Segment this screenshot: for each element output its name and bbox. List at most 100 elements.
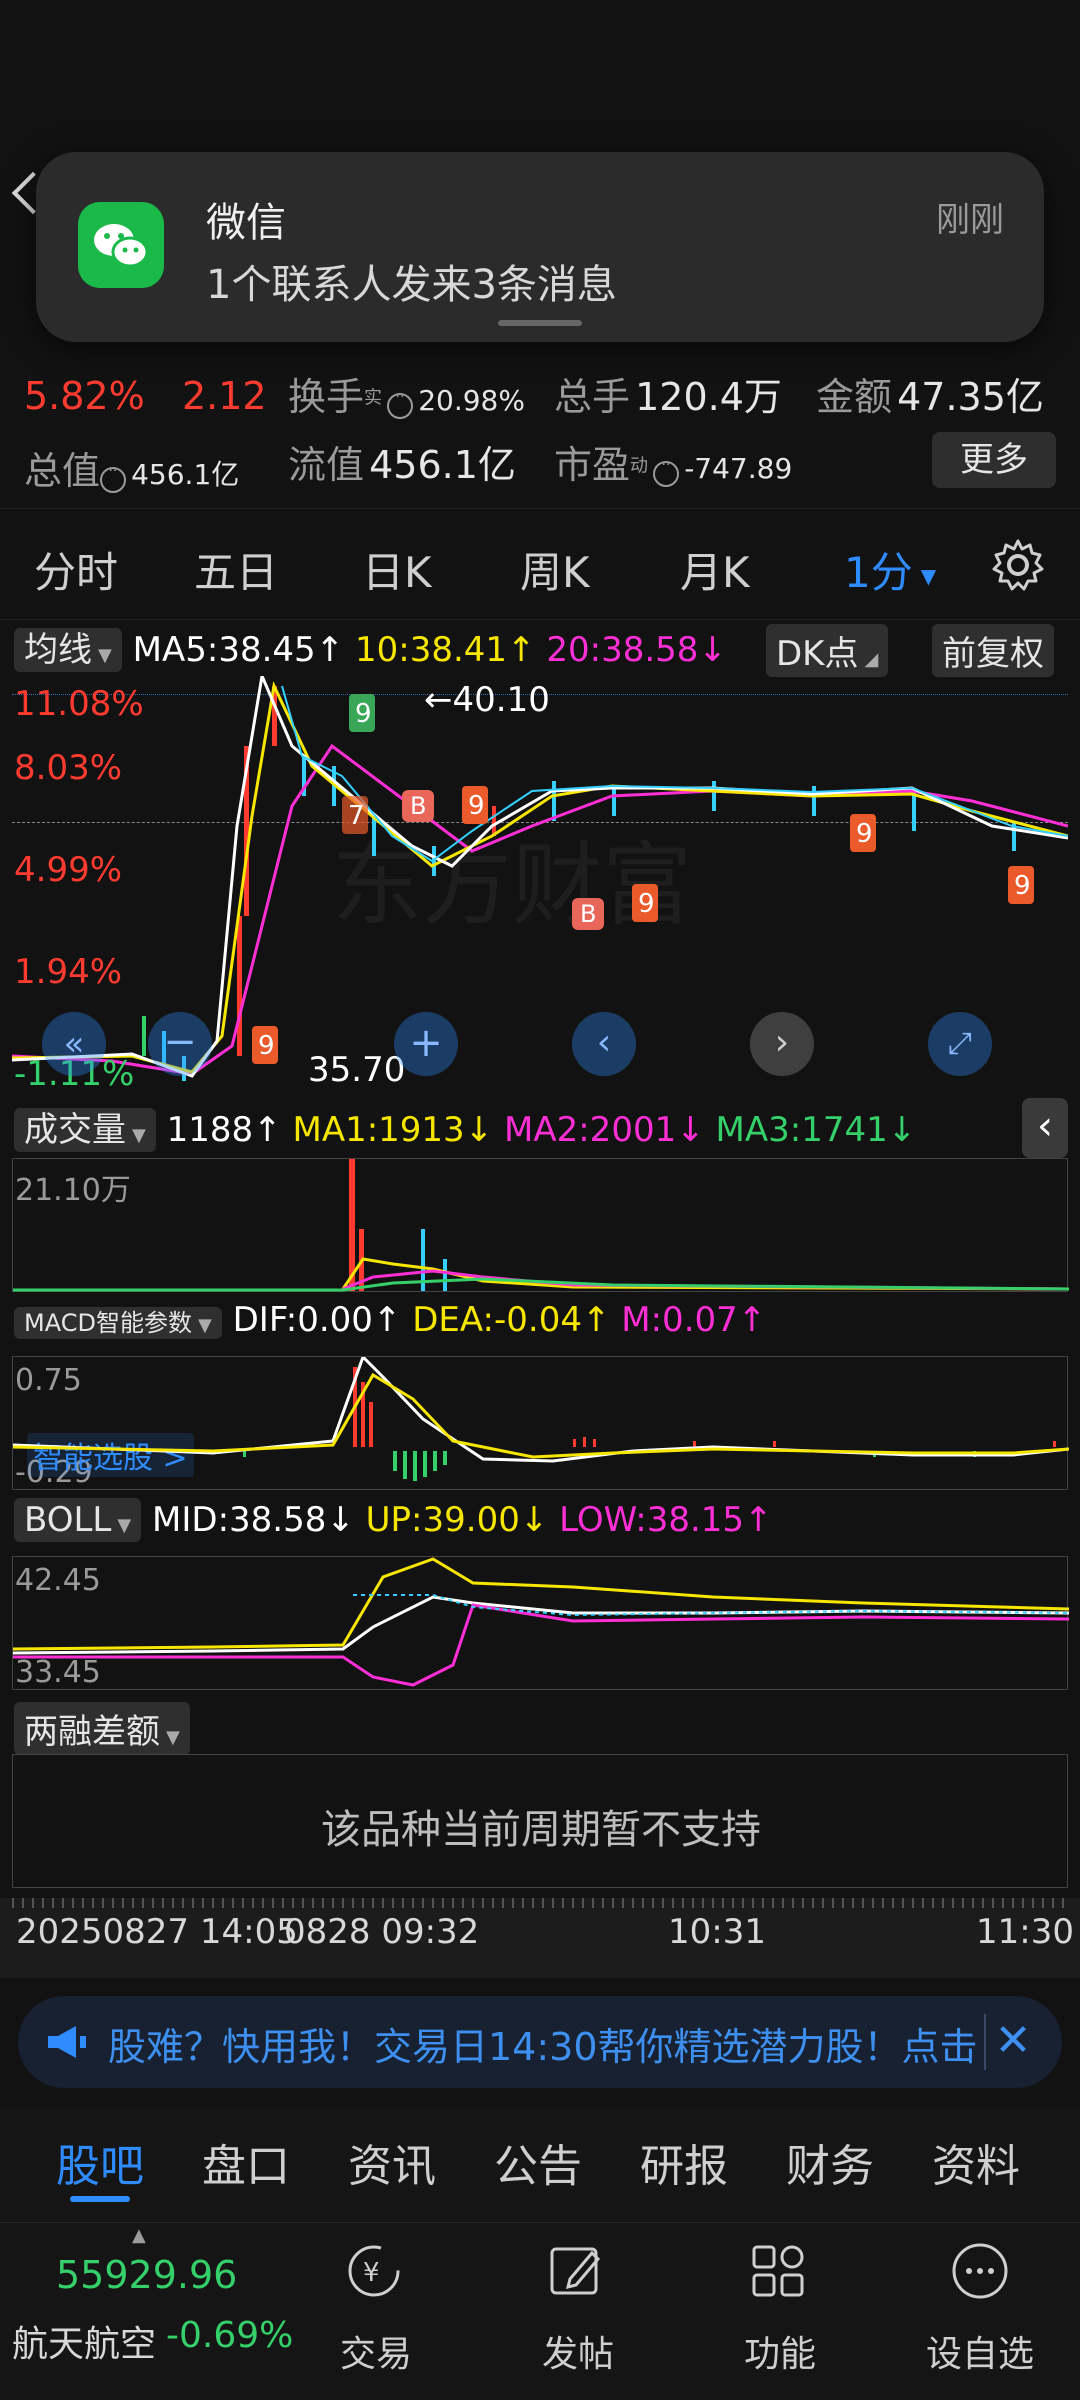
svg-text:9: 9 xyxy=(856,819,873,849)
info-icon[interactable] xyxy=(653,457,680,487)
tab-week-k[interactable]: 周K xyxy=(520,539,590,600)
svg-text:7: 7 xyxy=(348,801,365,831)
margin-selector[interactable]: 两融差额 ▼ xyxy=(14,1702,190,1755)
change-pct: 5.82% xyxy=(24,374,145,418)
notification-message: 1个联系人发来3条消息 xyxy=(206,262,617,308)
grid-icon xyxy=(752,2245,804,2297)
macd-dif: DIF:0.00↑ xyxy=(232,1300,402,1340)
volume-label: 总手 xyxy=(554,375,631,419)
caret-down-icon: ▼ xyxy=(166,1727,180,1748)
trade-button[interactable]: ¥ 交易 xyxy=(334,2241,414,2391)
volume-total: 总手 120.4万 xyxy=(554,366,782,421)
total-mv-label: 总值 xyxy=(24,449,101,493)
notification-time: 刚刚 xyxy=(936,200,1004,240)
low-price-mark: 35.70 xyxy=(308,1050,405,1090)
volume-selector[interactable]: 成交量 ▼ xyxy=(14,1108,156,1152)
info-icon[interactable] xyxy=(387,389,414,419)
volume-chart-svg xyxy=(13,1159,1069,1292)
promo-banner[interactable]: 股难？快用我！交易日14:30帮你精选潜力股！点击 ✕ xyxy=(18,1996,1062,2088)
ma-selector[interactable]: 均线 ▼ xyxy=(14,628,122,672)
collapse-panel-icon[interactable]: ‹ xyxy=(1022,1098,1068,1158)
collapse-icon[interactable]: « xyxy=(42,1012,106,1076)
time-axis-ruler xyxy=(12,1898,1068,1908)
ma-selector-label: 均线 xyxy=(24,630,92,670)
tab-five-day[interactable]: 五日 xyxy=(194,539,278,600)
index-value[interactable]: 55929.96 xyxy=(56,2253,237,2297)
svg-text:9: 9 xyxy=(1014,871,1031,901)
tab-guba[interactable]: 股吧 xyxy=(56,2130,144,2194)
boll-mid: MID:38.58↓ xyxy=(152,1500,355,1540)
total-market-value: 总值 456.1亿 xyxy=(24,440,239,495)
axis-label-2: 8.03% xyxy=(14,748,123,788)
ma5-value: MA5:38.45↑ xyxy=(132,630,345,670)
tab-announcements[interactable]: 公告 xyxy=(494,2130,582,2194)
caret-down-icon: ▼ xyxy=(98,645,112,666)
caret-up-icon: ▲ xyxy=(132,2225,146,2246)
notification-app: 微信 xyxy=(206,200,286,246)
more-button[interactable]: 更多 xyxy=(932,432,1056,488)
index-name[interactable]: 航天航空 xyxy=(12,2315,156,2367)
dk-point-button[interactable]: DK点 ◢ xyxy=(766,624,889,677)
megaphone-icon xyxy=(46,2022,90,2066)
tab-research[interactable]: 研报 xyxy=(640,2130,728,2194)
volume-chart[interactable]: 21.10万 xyxy=(12,1158,1069,1292)
tab-day-k[interactable]: 日K xyxy=(362,539,432,600)
float-mv-value: 456.1亿 xyxy=(369,443,516,487)
tab-pankou[interactable]: 盘口 xyxy=(202,2130,290,2194)
macd-chart[interactable]: 0.75 -0.29 智能选股 > xyxy=(12,1356,1069,1490)
caret-down-icon: ▼ xyxy=(920,563,937,588)
margin-empty-text: 该品种当前周期暂不支持 xyxy=(321,1807,761,1853)
trade-icon: ¥ xyxy=(348,2245,400,2297)
volume-current: 1188↑ xyxy=(166,1110,282,1150)
tab-profile[interactable]: 资料 xyxy=(932,2130,1020,2194)
post-button[interactable]: 发帖 xyxy=(536,2241,616,2391)
dk-label: DK点 xyxy=(776,634,859,674)
volume-header: 成交量 ▼ 1188↑ MA1:1913↓ MA2:2001↓ MA3:1741↓ xyxy=(14,1102,917,1152)
volume-ma3: MA3:1741↓ xyxy=(715,1110,917,1150)
ma10-value: 10:38.41↑ xyxy=(354,630,536,670)
notification-handle[interactable] xyxy=(498,320,582,326)
amount: 金额 47.35亿 xyxy=(816,366,1044,421)
tab-intraday[interactable]: 分时 xyxy=(34,539,118,600)
volume-ma1: MA1:1913↓ xyxy=(292,1110,494,1150)
total-mv-value: 456.1亿 xyxy=(131,458,240,491)
trade-label: 交易 xyxy=(340,2334,413,2375)
gear-icon[interactable] xyxy=(990,537,1046,597)
turnover-label: 换手 xyxy=(288,375,365,419)
zoom-out-icon[interactable]: − xyxy=(148,1012,212,1076)
scroll-left-icon[interactable]: ‹ xyxy=(572,1012,636,1076)
svg-text:¥: ¥ xyxy=(363,2258,380,2288)
tab-news[interactable]: 资讯 xyxy=(348,2130,436,2194)
macd-m: M:0.07↑ xyxy=(621,1300,767,1340)
boll-low: LOW:38.15↑ xyxy=(559,1500,773,1540)
turnover-value: 20.98% xyxy=(418,384,525,417)
zoom-in-icon[interactable]: + xyxy=(394,1012,458,1076)
tab-finance[interactable]: 财务 xyxy=(786,2130,874,2194)
scroll-right-icon[interactable]: › xyxy=(750,1012,814,1076)
sub-tab-bar: 股吧 盘口 资讯 公告 研报 财务 资料 xyxy=(0,2108,1080,2222)
bottom-bar: ▲ 55929.96 航天航空 -0.69% ¥ 交易 发帖 功能 设自选 xyxy=(0,2222,1080,2400)
boll-chart[interactable]: 42.45 33.45 xyxy=(12,1556,1069,1690)
tab-month-k[interactable]: 月K xyxy=(680,539,750,600)
ma20-value: 20:38.58↓ xyxy=(546,630,727,670)
price-chart[interactable]: 东方财富 9 B B 9 9 9 9 9 7 11.08% 8.03% 4.99… xyxy=(12,676,1068,1096)
volume-ma2: MA2:2001↓ xyxy=(504,1110,705,1150)
high-price-mark: ←40.10 xyxy=(424,680,550,720)
adjust-button[interactable]: 前复权 xyxy=(932,624,1054,677)
boll-chart-svg xyxy=(13,1557,1069,1687)
time-axis: 20250827 14:05 0828 09:32 10:31 11:30 xyxy=(0,1898,1080,1978)
close-icon[interactable]: ✕ xyxy=(984,2014,1040,2070)
boll-selector[interactable]: BOLL ▼ xyxy=(14,1498,142,1542)
tab-1min[interactable]: 1分 ▼ xyxy=(844,539,936,600)
functions-button[interactable]: 功能 xyxy=(738,2241,818,2391)
fullscreen-icon[interactable]: ⤢ xyxy=(928,1012,992,1076)
info-icon[interactable] xyxy=(100,463,127,493)
macd-selector[interactable]: MACD智能参数 ▼ xyxy=(14,1307,222,1339)
float-mv-label: 流值 xyxy=(288,443,365,487)
add-watchlist-button[interactable]: 设自选 xyxy=(920,2241,1040,2391)
macd-header: MACD智能参数 ▼ DIF:0.00↑ DEA:-0.04↑ M:0.07↑ xyxy=(14,1300,766,1340)
svg-text:9: 9 xyxy=(258,1031,275,1061)
notification-banner[interactable]: 微信 1个联系人发来3条消息 刚刚 xyxy=(36,152,1044,342)
high-price-value: 40.10 xyxy=(452,680,550,720)
tab-active-indicator xyxy=(70,2196,130,2202)
